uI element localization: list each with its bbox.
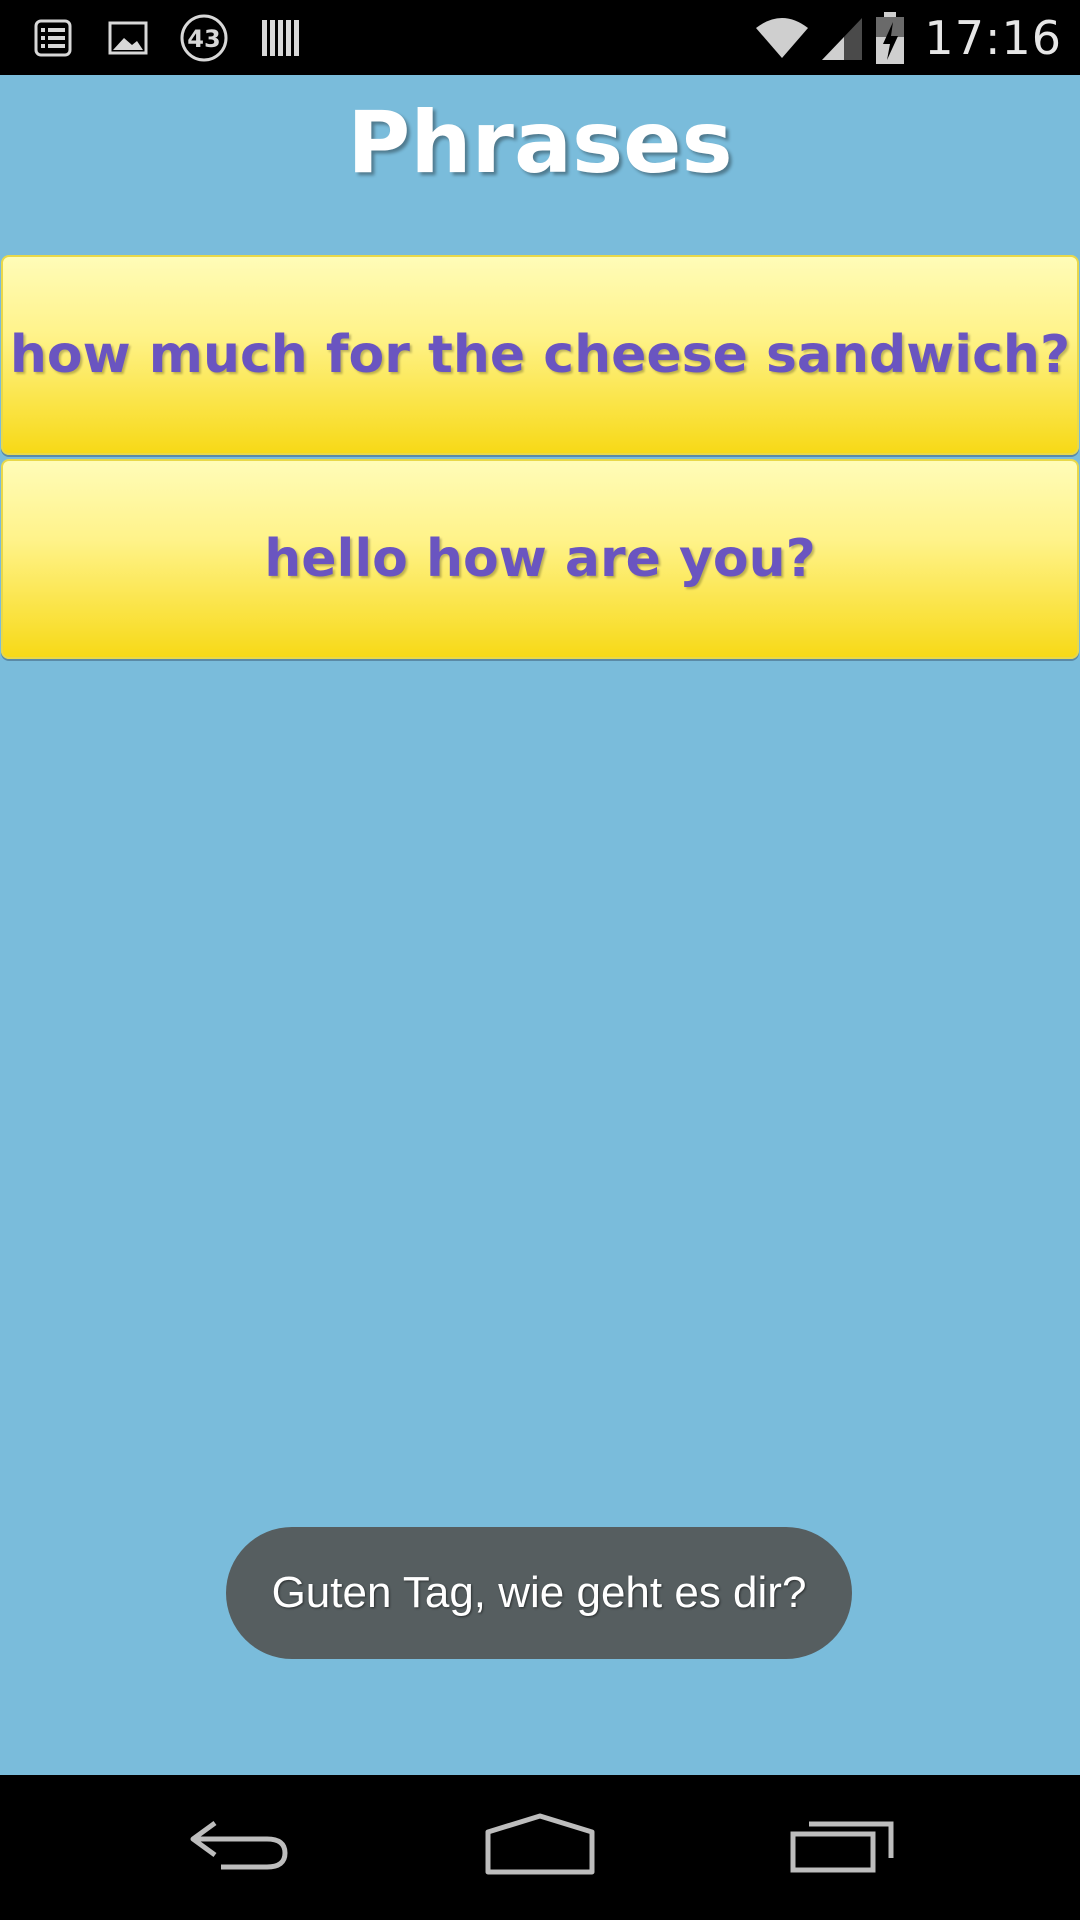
home-icon [485, 1813, 595, 1875]
image-icon [108, 21, 148, 55]
home-button[interactable] [470, 1795, 610, 1895]
task-list-icon [34, 19, 72, 57]
wifi-icon [756, 18, 809, 58]
recent-apps-button[interactable] [775, 1795, 915, 1895]
phone-screen: 43 17:16 Phrases how much for the cheese… [0, 0, 1080, 1920]
badge-43-icon: 43 [180, 14, 228, 62]
notification-icons: 43 [30, 10, 304, 66]
phrase-label: how much for the cheese sandwich? [9, 325, 1071, 385]
back-button[interactable] [170, 1795, 310, 1895]
system-icons: 17:16 [754, 8, 1062, 68]
phrase-button-cheese-sandwich[interactable]: how much for the cheese sandwich? [1, 255, 1079, 455]
navigation-bar [0, 1775, 1080, 1920]
status-clock: 17:16 [924, 11, 1062, 65]
phrase-label: hello how are you? [264, 529, 816, 589]
battery-charging-icon [876, 12, 905, 64]
page-title: Phrases [347, 93, 733, 193]
app-content: Phrases how much for the cheese sandwich… [0, 75, 1080, 1775]
phrase-button-hello[interactable]: hello how are you? [1, 459, 1079, 659]
cell-signal-icon [822, 18, 863, 60]
badge-count: 43 [187, 25, 220, 53]
recent-apps-icon [790, 1821, 894, 1873]
barcode-icon [262, 20, 299, 56]
toast-text: Guten Tag, wie geht es dir? [271, 1568, 807, 1617]
status-bar: 43 17:16 [0, 0, 1080, 75]
phrase-list: how much for the cheese sandwich? hello … [0, 255, 1080, 663]
back-icon [190, 1820, 288, 1870]
toast-message: Guten Tag, wie geht es dir? [226, 1527, 852, 1659]
